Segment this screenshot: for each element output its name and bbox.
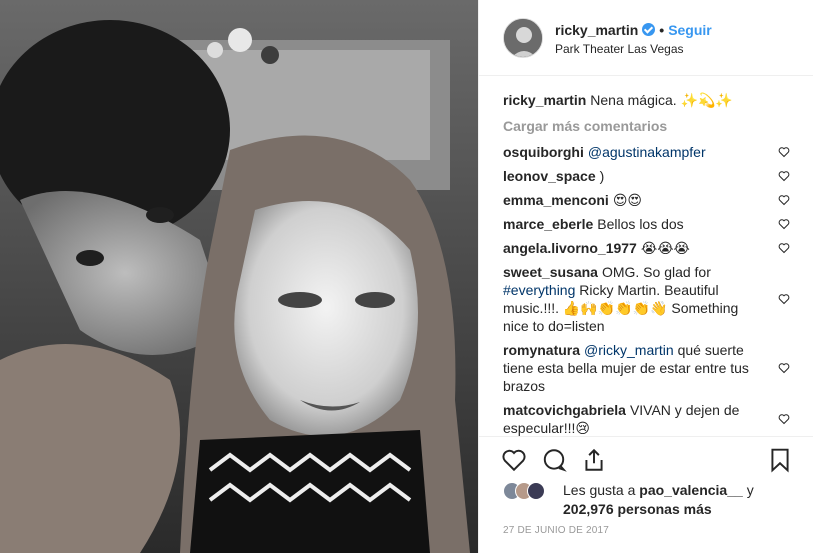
bookmark-icon[interactable] — [767, 447, 793, 473]
heart-icon[interactable] — [778, 242, 790, 254]
follow-button[interactable]: Seguir — [668, 22, 712, 38]
caption-username[interactable]: ricky_martin — [503, 92, 586, 108]
liker-username[interactable]: pao_valencia__ — [639, 482, 743, 498]
comment-username[interactable]: sweet_susana — [503, 264, 598, 280]
comment-mention[interactable]: @ricky_martin — [584, 342, 674, 358]
comment-item: leonov_space) — [503, 167, 790, 185]
comment-item: matcovichgabriela VIVAN y dejen de especu… — [503, 401, 790, 436]
likes-prefix: Les gusta a — [563, 482, 636, 498]
comment-username[interactable]: osquiborghi — [503, 144, 584, 160]
comment-username[interactable]: matcovichgabriela — [503, 402, 626, 418]
comment-hashtag[interactable]: #everything — [503, 282, 575, 298]
comment-username[interactable]: romynatura — [503, 342, 580, 358]
comment-mention[interactable]: @agustinakampfer — [588, 144, 706, 160]
comment-icon[interactable] — [541, 447, 567, 473]
post-date[interactable]: 27 DE JUNIO DE 2017 — [503, 525, 609, 536]
photo-image — [0, 0, 478, 553]
comment-text: ) — [599, 168, 605, 184]
avatar-image — [504, 19, 542, 57]
comment-item: emma_menconi 😍😍 — [503, 191, 790, 209]
location-link[interactable]: Park Theater Las Vegas — [555, 42, 684, 56]
comment-item: osquiborghi @agustinakampfer — [503, 143, 790, 161]
author-avatar[interactable] — [503, 18, 543, 58]
author-username[interactable]: ricky_martin — [555, 22, 638, 38]
heart-icon[interactable] — [778, 413, 790, 425]
comment-text: OMG. So glad for — [601, 264, 711, 280]
heart-icon[interactable] — [778, 194, 790, 206]
comment-item: sweet_susana OMG. So glad for #everything… — [503, 263, 790, 335]
liker-avatars[interactable] — [503, 482, 555, 502]
comment-username[interactable]: angela.livorno_1977 — [503, 240, 637, 256]
separator-dot: • — [659, 22, 665, 38]
share-icon[interactable] — [581, 447, 607, 473]
likes-conjunction: y — [746, 482, 754, 498]
author-line: ricky_martin • Seguir — [555, 22, 712, 38]
heart-icon[interactable] — [778, 218, 790, 230]
comment-text: 😍😍 — [612, 192, 643, 208]
heart-icon[interactable] — [778, 293, 790, 305]
comment-item: marce_eberle Bellos los dos — [503, 215, 790, 233]
heart-icon[interactable] — [778, 362, 790, 374]
likes-text: Les gusta a pao_valencia__ y 202,976 per… — [563, 481, 793, 519]
heart-icon[interactable] — [501, 447, 527, 473]
action-bar — [479, 436, 813, 476]
comment-text: 😭😭😭 — [640, 240, 690, 256]
comment-username[interactable]: leonov_space — [503, 168, 596, 184]
comment-username[interactable]: emma_menconi — [503, 192, 609, 208]
comment-item: romynatura @ricky_martin qué suerte tiene… — [503, 341, 790, 395]
post-sidebar: ricky_martin • Seguir Park Theater Las Veg… — [478, 0, 813, 553]
likes-count[interactable]: 202,976 personas más — [563, 501, 712, 517]
heart-icon[interactable] — [778, 146, 790, 158]
verified-badge-icon — [642, 23, 656, 36]
comment-username[interactable]: marce_eberle — [503, 216, 593, 232]
comment-text: Bellos los dos — [597, 216, 684, 232]
liker-avatar — [527, 482, 545, 500]
caption: ricky_martin Nena mágica. ✨💫✨ — [503, 91, 790, 109]
post-header: ricky_martin • Seguir Park Theater Las Veg… — [479, 0, 813, 76]
comments-list[interactable]: ricky_martin Nena mágica. ✨💫✨ Cargar más … — [479, 76, 813, 436]
heart-icon[interactable] — [778, 170, 790, 182]
caption-text: Nena mágica. ✨💫✨ — [590, 92, 733, 108]
post-photo[interactable] — [0, 0, 478, 553]
load-more-comments-button[interactable]: Cargar más comentarios — [503, 117, 790, 135]
comment-item: angela.livorno_1977 😭😭😭 — [503, 239, 790, 257]
